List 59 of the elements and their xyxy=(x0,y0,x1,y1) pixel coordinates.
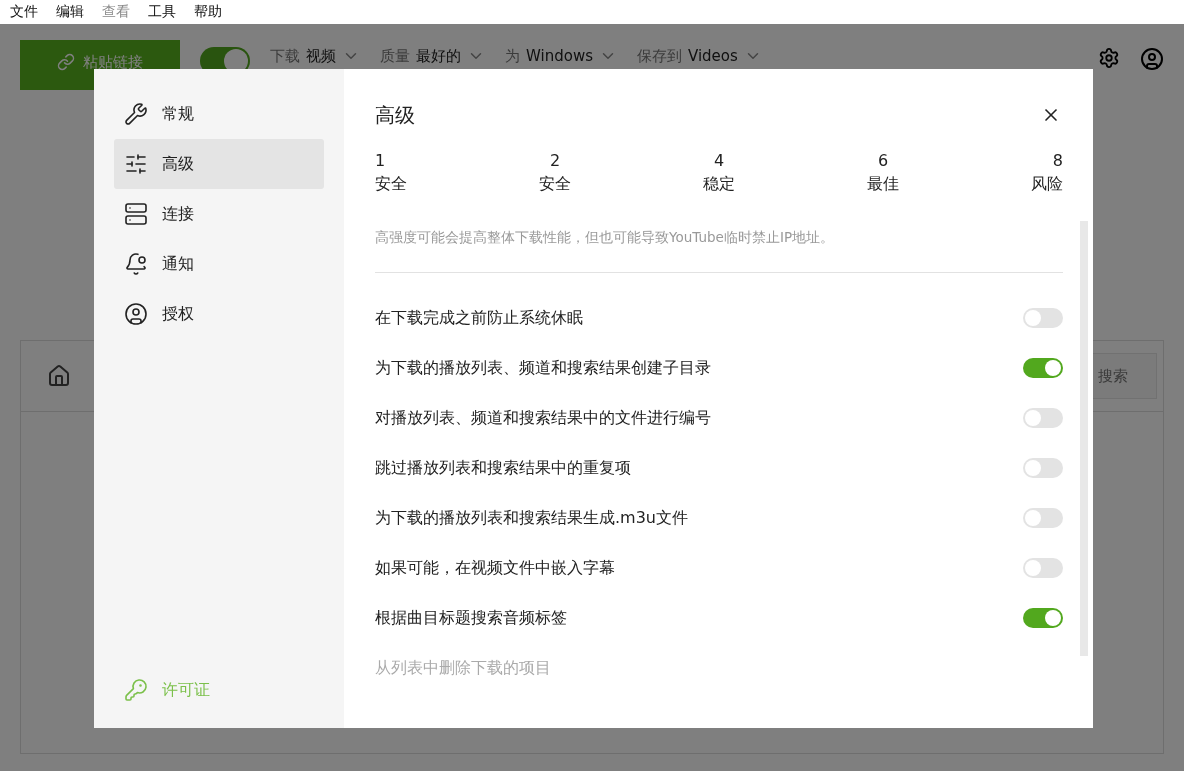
toggle-switch[interactable] xyxy=(1023,358,1063,378)
dropdown-label: 下载 xyxy=(270,47,300,65)
dropdown[interactable]: 保存到 Videos xyxy=(636,47,762,65)
option-label: 跳过播放列表和搜索结果中的重复项 xyxy=(375,457,631,479)
dropdown[interactable]: 为 Windows xyxy=(505,47,617,65)
dropdown[interactable]: 下载 视频 xyxy=(270,47,360,65)
option-label: 根据曲目标题搜索音频标签 xyxy=(375,607,567,629)
scale-value: 1 xyxy=(375,151,386,170)
toggle-switch[interactable] xyxy=(1023,558,1063,578)
bell-icon xyxy=(124,252,148,276)
scale-label: 安全 xyxy=(375,174,407,195)
scale-value: 6 xyxy=(877,151,889,170)
option-label: 如果可能，在视频文件中嵌入字幕 xyxy=(375,557,615,579)
sidebar-item[interactable]: 常规 xyxy=(114,89,324,139)
dropdown-value: Videos xyxy=(687,47,738,65)
toggle-switch[interactable] xyxy=(1023,608,1063,628)
dialog-title: 高级 xyxy=(375,101,415,129)
scale-label: 最佳 xyxy=(867,174,899,195)
scale-value: 2 xyxy=(549,151,561,170)
server-icon xyxy=(124,202,148,226)
dropdown-value: Windows xyxy=(526,47,593,65)
sidebar-item[interactable]: 高级 xyxy=(114,139,324,189)
dropdown-value: 视频 xyxy=(306,47,336,65)
sidebar-item[interactable]: 通知 xyxy=(114,239,324,289)
sidebar-item[interactable]: 授权 xyxy=(114,289,324,339)
user-circle-icon xyxy=(124,302,148,326)
settings-icon[interactable] xyxy=(1098,47,1120,69)
user-icon[interactable] xyxy=(1140,47,1164,71)
menu-item[interactable]: 帮助 xyxy=(194,3,222,21)
option-label: 在下载完成之前防止系统休眠 xyxy=(375,307,583,329)
key-icon xyxy=(124,678,148,702)
toggle-switch[interactable] xyxy=(1023,508,1063,528)
dropdown-label: 质量 xyxy=(380,47,410,65)
scale-label: 稳定 xyxy=(703,174,735,195)
option-label: 从列表中删除下载的项目 xyxy=(375,657,551,679)
dropdown-label: 保存到 xyxy=(636,47,682,65)
option-label: 为下载的播放列表和搜索结果生成.m3u文件 xyxy=(375,507,688,529)
dropdown-value: 最好的 xyxy=(416,47,461,65)
sidebar-item[interactable]: 连接 xyxy=(114,189,324,239)
sliders-icon xyxy=(124,152,148,176)
scale-value: 4 xyxy=(713,151,725,170)
scale-label: 安全 xyxy=(539,174,571,195)
option-label: 为下载的播放列表、频道和搜索结果创建子目录 xyxy=(375,357,711,379)
dropdown[interactable]: 质量 最好的 xyxy=(380,47,485,65)
menu-item[interactable]: 文件 xyxy=(10,3,38,21)
menu-item[interactable]: 工具 xyxy=(148,3,176,21)
dropdown-label: 为 xyxy=(505,47,520,65)
menu-item[interactable]: 查看 xyxy=(102,3,130,21)
menu-item[interactable]: 编辑 xyxy=(56,3,84,21)
wrench-icon xyxy=(124,102,148,126)
option-label: 对播放列表、频道和搜索结果中的文件进行编号 xyxy=(375,407,711,429)
link-icon xyxy=(57,53,75,71)
toggle-switch[interactable] xyxy=(1023,408,1063,428)
scale-label: 风险 xyxy=(1031,174,1063,195)
toggle-switch[interactable] xyxy=(1023,308,1063,328)
scale-value: 8 xyxy=(1052,151,1063,170)
toggle-switch[interactable] xyxy=(1023,458,1063,478)
home-icon[interactable] xyxy=(47,364,71,388)
hint-text: 高强度可能会提高整体下载性能，但也可能导致YouTube临时禁止IP地址。 xyxy=(375,228,835,247)
